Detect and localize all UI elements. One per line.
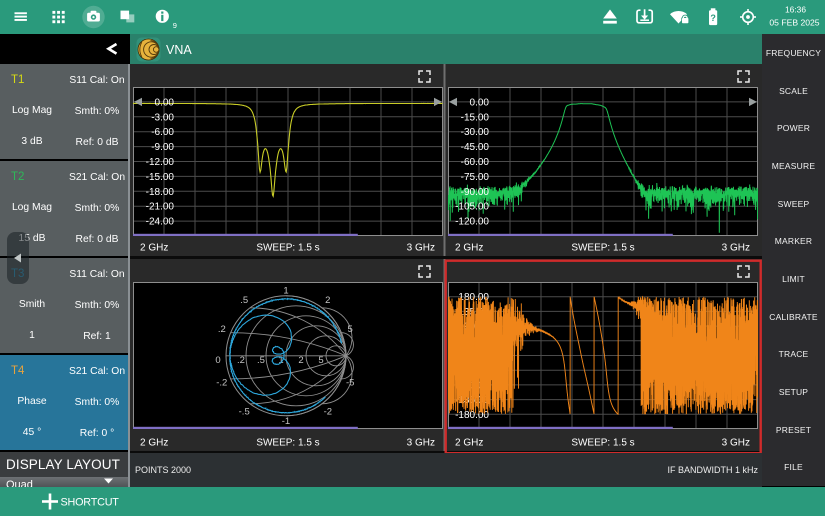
svg-text:?: ? xyxy=(710,13,716,23)
svg-text:0.00: 0.00 xyxy=(155,97,175,108)
svg-text:-2: -2 xyxy=(324,407,332,418)
svg-text:SWEEP: 1.5 s: SWEEP: 1.5 s xyxy=(256,243,319,254)
svg-text:0.00: 0.00 xyxy=(470,97,490,108)
svg-text:SWEEP: 1.5 s: SWEEP: 1.5 s xyxy=(256,438,319,449)
svg-text:.5: .5 xyxy=(240,295,248,306)
svg-text:2: 2 xyxy=(325,295,330,306)
svg-text:3 GHz: 3 GHz xyxy=(407,243,435,254)
svg-text:-.5: -.5 xyxy=(239,407,250,418)
svg-text:-9.00: -9.00 xyxy=(151,142,174,153)
svg-text:2 GHz: 2 GHz xyxy=(140,243,168,254)
svg-text:-90.00: -90.00 xyxy=(461,187,490,198)
svg-text:-60.00: -60.00 xyxy=(461,157,490,168)
svg-text:2 GHz: 2 GHz xyxy=(140,438,168,449)
svg-text:-18.00: -18.00 xyxy=(146,187,175,198)
svg-text:-75.00: -75.00 xyxy=(461,172,490,183)
svg-text:-6.00: -6.00 xyxy=(151,127,174,138)
svg-text:2 GHz: 2 GHz xyxy=(455,438,483,449)
svg-text:2 GHz: 2 GHz xyxy=(455,243,483,254)
svg-text:.2: .2 xyxy=(218,324,226,335)
svg-text:-120.00: -120.00 xyxy=(455,217,489,228)
svg-text:3 GHz: 3 GHz xyxy=(407,438,435,449)
svg-text:.2: .2 xyxy=(237,355,245,366)
svg-text:2: 2 xyxy=(298,355,303,366)
svg-text:SWEEP: 1.5 s: SWEEP: 1.5 s xyxy=(571,438,634,449)
svg-text:-45.00: -45.00 xyxy=(461,142,490,153)
svg-text:180.00: 180.00 xyxy=(458,292,489,303)
svg-text:05 FEB 2025: 05 FEB 2025 xyxy=(769,18,819,28)
svg-text:-.2: -.2 xyxy=(216,378,227,389)
svg-text:-1: -1 xyxy=(282,416,290,427)
svg-text:0: 0 xyxy=(215,355,220,366)
svg-text:5: 5 xyxy=(318,355,323,366)
svg-text:-30.00: -30.00 xyxy=(461,127,490,138)
svg-text:-5: -5 xyxy=(346,378,354,389)
svg-text:SHORTCUT: SHORTCUT xyxy=(61,497,120,509)
svg-text:-15.00: -15.00 xyxy=(146,172,175,183)
svg-text:VNA: VNA xyxy=(166,43,192,57)
svg-text:-15.00: -15.00 xyxy=(461,112,490,123)
svg-text:9: 9 xyxy=(173,21,177,30)
svg-text:16:36: 16:36 xyxy=(785,4,806,14)
svg-text:5: 5 xyxy=(348,324,353,335)
svg-text:3 GHz: 3 GHz xyxy=(722,243,750,254)
svg-text:1: 1 xyxy=(283,285,288,296)
svg-text:SWEEP: 1.5 s: SWEEP: 1.5 s xyxy=(571,243,634,254)
svg-text:-24.00: -24.00 xyxy=(146,217,175,228)
svg-text:-21.00: -21.00 xyxy=(146,202,175,213)
svg-text:-105.00: -105.00 xyxy=(455,202,489,213)
svg-text:3 GHz: 3 GHz xyxy=(722,438,750,449)
svg-text:-3.00: -3.00 xyxy=(151,112,174,123)
svg-text:.5: .5 xyxy=(257,355,265,366)
svg-text:-12.00: -12.00 xyxy=(146,157,175,168)
